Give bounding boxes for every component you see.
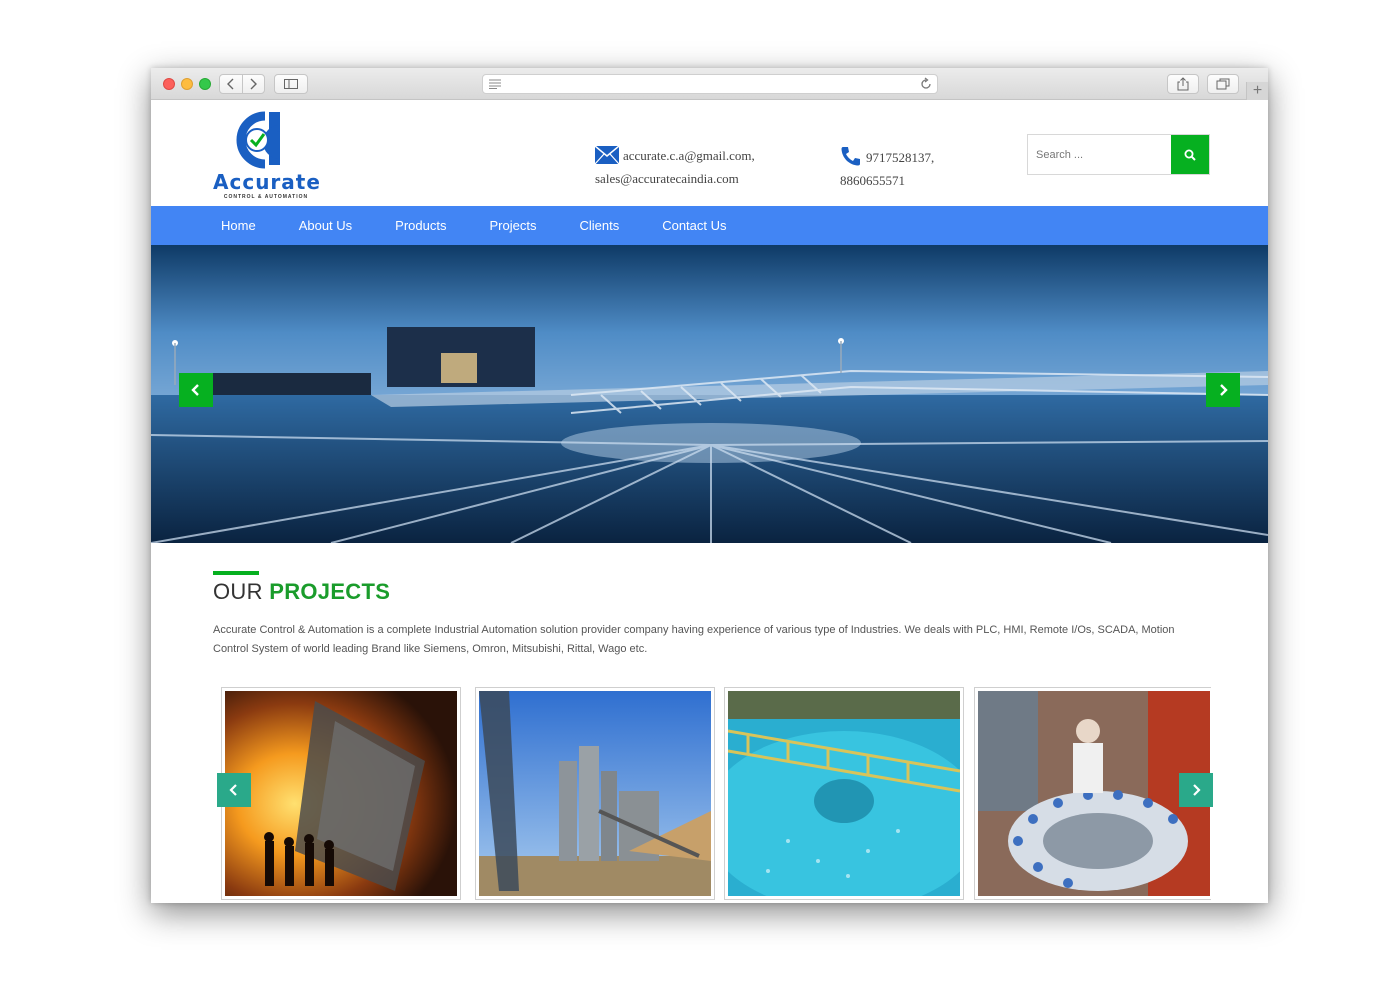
project-image xyxy=(728,691,960,896)
phone-primary[interactable]: 9717528137, xyxy=(866,150,934,165)
project-thumb-bottling[interactable] xyxy=(974,687,1211,900)
section-title: OUR PROJECTS xyxy=(213,579,390,605)
nav-products[interactable]: Products xyxy=(395,218,446,233)
search-input[interactable] xyxy=(1028,135,1171,174)
email-primary[interactable]: accurate.c.a@gmail.com, xyxy=(623,148,755,163)
address-bar[interactable] xyxy=(482,74,938,94)
envelope-icon xyxy=(594,145,620,169)
chevron-left-icon xyxy=(191,384,199,396)
chevron-right-icon xyxy=(1220,384,1228,396)
section-title-light: OUR xyxy=(213,579,263,604)
section-title-bold: PROJECTS xyxy=(269,579,391,604)
search-button[interactable] xyxy=(1171,135,1209,174)
contact-email: accurate.c.a@gmail.com, sales@accurateca… xyxy=(594,145,755,188)
logo-wordmark: Accurate xyxy=(213,170,321,194)
contact-phone: 9717528137, 8860655571 xyxy=(840,146,934,190)
title-accent-rule xyxy=(213,571,259,575)
nav-home[interactable]: Home xyxy=(221,218,256,233)
website: Accurate CONTROL & AUTOMATION accurate.c… xyxy=(151,100,1268,903)
share-icon xyxy=(1177,77,1189,91)
zoom-window-button[interactable] xyxy=(199,78,211,90)
browser-window: + Accurate CONTROL & AUTOMATION accurate… xyxy=(151,68,1268,903)
reader-icon[interactable] xyxy=(489,79,501,89)
reload-icon[interactable] xyxy=(919,77,933,91)
chevron-left-icon xyxy=(226,78,234,90)
carousel-prev-button[interactable] xyxy=(217,773,251,807)
tabs-overview-button[interactable] xyxy=(1207,74,1239,94)
sidebar-toggle-button[interactable] xyxy=(274,74,308,94)
nav-about-us[interactable]: About Us xyxy=(299,218,352,233)
chevron-left-icon xyxy=(229,784,237,796)
sidebar-icon xyxy=(284,79,298,89)
nav-contact-us[interactable]: Contact Us xyxy=(662,218,726,233)
minimize-window-button[interactable] xyxy=(181,78,193,90)
tabs-icon xyxy=(1216,78,1230,90)
phone-icon xyxy=(840,146,862,171)
back-button[interactable] xyxy=(220,75,243,93)
projects-section: OUR PROJECTS Accurate Control & Automati… xyxy=(151,543,1268,903)
site-header: Accurate CONTROL & AUTOMATION accurate.c… xyxy=(151,100,1268,206)
browser-toolbar: + xyxy=(151,68,1268,100)
search-icon xyxy=(1184,149,1196,161)
share-button[interactable] xyxy=(1167,74,1199,94)
company-logo[interactable]: Accurate CONTROL & AUTOMATION xyxy=(213,108,321,200)
carousel-next-button[interactable] xyxy=(1179,773,1213,807)
site-search xyxy=(1027,134,1210,175)
new-tab-button[interactable]: + xyxy=(1246,82,1268,100)
nav-clients[interactable]: Clients xyxy=(579,218,619,233)
hero-slider xyxy=(151,245,1268,543)
email-secondary[interactable]: sales@accuratecaindia.com xyxy=(595,171,739,186)
main-nav: Home About Us Products Projects Clients … xyxy=(151,206,1268,245)
hero-image xyxy=(151,245,1268,543)
forward-button[interactable] xyxy=(243,75,265,93)
nav-projects[interactable]: Projects xyxy=(489,218,536,233)
project-image xyxy=(978,691,1210,896)
hero-prev-button[interactable] xyxy=(179,373,213,407)
project-thumb-water-tank[interactable] xyxy=(724,687,964,900)
chevron-right-icon xyxy=(1193,784,1201,796)
section-description: Accurate Control & Automation is a compl… xyxy=(213,624,1175,655)
project-thumb-furnace[interactable] xyxy=(221,687,461,900)
project-image xyxy=(225,691,457,896)
phone-secondary[interactable]: 8860655571 xyxy=(840,173,905,188)
project-image xyxy=(479,691,711,896)
hero-next-button[interactable] xyxy=(1206,373,1240,407)
project-thumb-cement-plant[interactable] xyxy=(475,687,715,900)
logo-tagline: CONTROL & AUTOMATION xyxy=(223,194,309,200)
logo-mark-icon xyxy=(236,111,281,169)
history-nav xyxy=(219,74,265,94)
chevron-right-icon xyxy=(250,78,258,90)
close-window-button[interactable] xyxy=(163,78,175,90)
project-carousel xyxy=(221,687,1211,903)
